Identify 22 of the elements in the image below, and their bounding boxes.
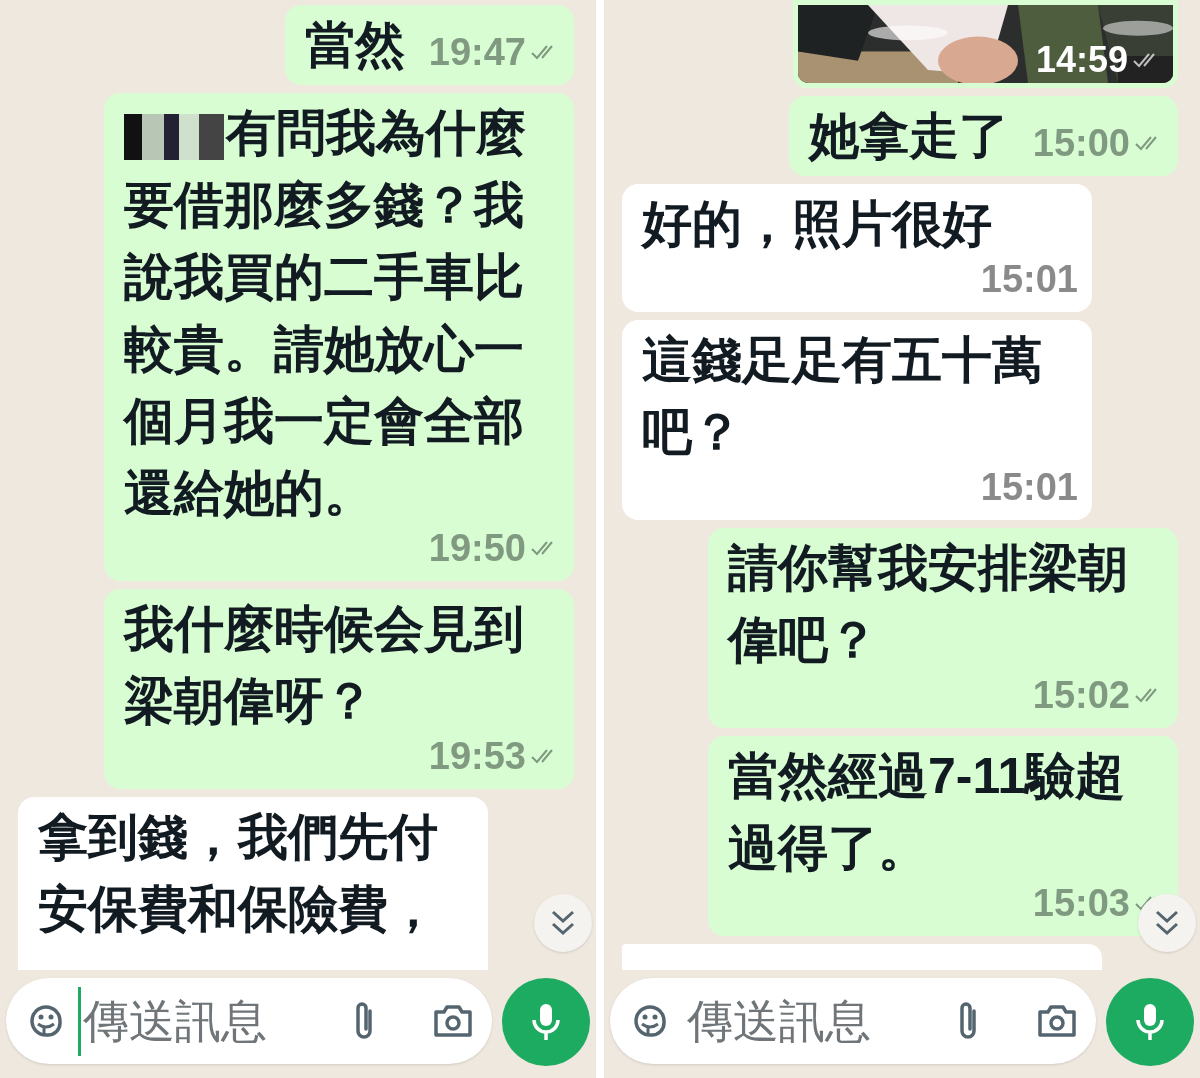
message-time: 19:47 xyxy=(428,33,526,71)
message-text: 好的，照片很好 xyxy=(642,195,992,254)
message-text: 有問我為什麼要借那麼多錢？我說我買的二手車比較貴。請她放心一個月我一定會全部還給她的。 xyxy=(124,104,527,523)
input-bar[interactable]: 傳送訊息 xyxy=(610,978,1096,1064)
message-input[interactable]: 傳送訊息 xyxy=(78,986,338,1056)
message-time: 15:02 xyxy=(1032,676,1130,714)
message-time: 19:50 xyxy=(428,529,526,567)
message-text: 拿到錢，我們先付安保費和保險費， xyxy=(38,808,439,939)
message-text: 當然經過7-11驗超過得了。 xyxy=(728,747,1127,878)
message-time: 15:01 xyxy=(980,468,1078,506)
message-time: 15:00 xyxy=(1032,124,1130,162)
input-bar[interactable]: 傳送訊息 xyxy=(6,978,492,1064)
message-text: 當然 xyxy=(304,16,405,75)
message-text: 我什麼時候会見到梁朝偉呀？ xyxy=(124,600,525,731)
message-text: 她拿走了 xyxy=(808,107,1009,166)
message-time: 19:53 xyxy=(428,737,526,775)
message-text: 請你幫我安排梁朝偉吧？ xyxy=(728,539,1129,670)
message-text: 這錢足足有五十萬吧？ xyxy=(642,331,1043,462)
message-time: 14:59 xyxy=(1035,42,1128,78)
message-time: 15:01 xyxy=(980,260,1078,298)
message-time: 15:03 xyxy=(1032,884,1130,922)
message-input[interactable]: 傳送訊息 xyxy=(682,986,942,1056)
